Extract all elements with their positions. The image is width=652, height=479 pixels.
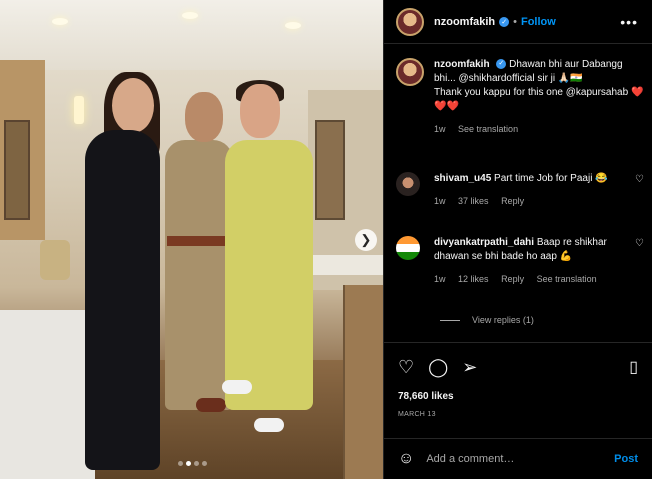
comment-text: Part time Job for Paaji 😂	[494, 173, 608, 184]
van-ceiling	[0, 0, 383, 70]
comment-item: divyankatrpathi_dahi Baap re shikhar dha…	[396, 236, 644, 286]
more-horizontal-icon[interactable]: •••	[620, 14, 638, 30]
view-replies-button[interactable]: View replies (1)	[440, 315, 534, 325]
comment-body: shivam_u45 Part time Job for Paaji 😂 1w …	[434, 172, 614, 208]
heart-icon[interactable]: ♡	[635, 238, 644, 249]
officer-shoe	[196, 398, 226, 412]
post-photo[interactable]: ❯	[0, 0, 383, 479]
reply-button[interactable]: Reply	[501, 274, 524, 284]
follow-button[interactable]: Follow	[521, 16, 556, 28]
caption: nzoomfakih ✓ Dhawan bhi aur Dabangg bhi.…	[396, 58, 644, 136]
avatar[interactable]	[396, 172, 420, 196]
ceiling-light	[285, 22, 301, 29]
caption-meta: 1w See translation	[434, 122, 644, 136]
sofa	[0, 310, 95, 479]
comment-item: shivam_u45 Part time Job for Paaji 😂 1w …	[396, 172, 644, 208]
verified-badge-icon: ✓	[499, 16, 510, 27]
likes-count[interactable]: 78,660 likes	[398, 391, 454, 402]
man-shoe	[222, 380, 252, 394]
right-window	[315, 120, 345, 220]
caption-username[interactable]: nzoomfakih	[434, 59, 490, 70]
comment-likes[interactable]: 37 likes	[458, 196, 489, 206]
person-man-face	[240, 84, 280, 138]
person-officer	[165, 140, 233, 410]
person-woman-face	[112, 78, 154, 133]
comment-meta: 1w 12 likes Reply See translation	[434, 272, 614, 286]
carousel-dot	[178, 461, 183, 466]
caption-line-2: Thank you kappu for this one @kapursahab…	[434, 87, 644, 112]
avatar[interactable]	[396, 58, 424, 86]
verified-badge-icon: ✓	[496, 59, 507, 70]
man-shoe	[254, 418, 284, 432]
comment-body: divyankatrpathi_dahi Baap re shikhar dha…	[434, 236, 614, 286]
caption-text: nzoomfakih ✓ Dhawan bhi aur Dabangg bhi.…	[434, 58, 644, 136]
view-replies-label: View replies (1)	[472, 315, 534, 325]
ceiling-light	[182, 12, 198, 19]
post-header: nzoomfakih ✓ • Follow •••	[384, 0, 652, 44]
person-man	[225, 140, 313, 410]
see-translation-link[interactable]: See translation	[458, 124, 518, 134]
person-officer-face	[185, 92, 223, 142]
post-side-panel: nzoomfakih ✓ • Follow ••• nzoomfakih ✓ D…	[383, 0, 652, 479]
post-actions: ♡ ◯ ➢ ▯ 78,660 likes MARCH 13	[384, 342, 652, 438]
carousel-dot	[194, 461, 199, 466]
ceiling-light	[52, 18, 68, 25]
avatar[interactable]	[396, 7, 424, 36]
emoji-icon[interactable]: ☺	[398, 450, 414, 468]
add-comment-bar: ☺ Post	[384, 438, 652, 479]
see-translation-link[interactable]: See translation	[537, 274, 597, 284]
chevron-right-icon: ❯	[360, 232, 372, 247]
carousel-next-button[interactable]: ❯	[355, 229, 377, 251]
wall-lamp	[74, 96, 84, 124]
divider-line	[440, 319, 460, 321]
heart-icon[interactable]: ♡	[635, 174, 644, 185]
dot-separator: •	[513, 15, 517, 28]
carousel-dot	[202, 461, 207, 466]
cabinet	[343, 285, 383, 479]
instagram-post-viewer: ❯ nzoomfakih ✓ • Follow ••• nzoomfakih ✓…	[0, 0, 652, 479]
avatar[interactable]	[396, 236, 420, 260]
comment-username[interactable]: shivam_u45	[434, 173, 491, 184]
bookmark-icon[interactable]: ▯	[629, 357, 638, 377]
post-date: MARCH 13	[398, 411, 436, 418]
cushion	[40, 240, 70, 280]
person-woman	[85, 130, 160, 470]
comment-meta: 1w 37 likes Reply	[434, 194, 614, 208]
desk	[303, 255, 383, 275]
heart-icon[interactable]: ♡	[398, 357, 414, 378]
left-window	[4, 120, 30, 220]
caption-age: 1w	[434, 124, 446, 134]
share-icon[interactable]: ➢	[462, 357, 477, 378]
comment-username[interactable]: divyankatrpathi_dahi	[434, 237, 534, 248]
comment-input[interactable]	[426, 453, 615, 465]
post-button[interactable]: Post	[614, 453, 638, 465]
carousel-dot	[186, 461, 191, 466]
username-link[interactable]: nzoomfakih	[434, 16, 495, 28]
comment-age: 1w	[434, 196, 446, 206]
comment-icon[interactable]: ◯	[428, 357, 448, 378]
action-icons: ♡ ◯ ➢	[398, 357, 477, 378]
carousel-dots	[178, 461, 207, 466]
comment-age: 1w	[434, 274, 446, 284]
officer-belt	[167, 236, 231, 246]
comment-likes[interactable]: 12 likes	[458, 274, 489, 284]
reply-button[interactable]: Reply	[501, 196, 524, 206]
